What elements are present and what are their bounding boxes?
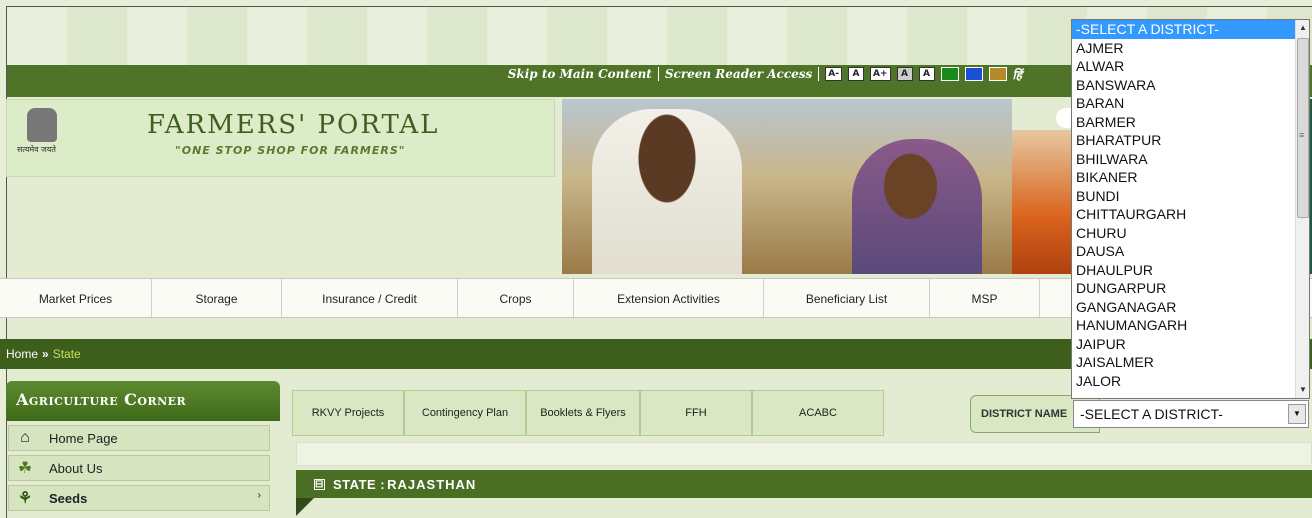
content-strip [296,442,1312,466]
district-option[interactable]: JAISALMER [1072,353,1296,372]
chevron-down-icon[interactable]: ▼ [1288,404,1306,424]
district-option[interactable]: BARAN [1072,94,1296,113]
breadcrumb-home[interactable]: Home [6,347,38,361]
leaf-icon: ☘ [17,460,33,477]
contrast-dark-button[interactable]: A [896,67,913,81]
district-option[interactable]: DAUSA [1072,242,1296,261]
district-option[interactable]: -SELECT A DISTRICT- [1072,20,1296,39]
portal-title[interactable]: FARMERS' PORTAL [147,110,439,140]
district-option[interactable]: BUNDI [1072,187,1296,206]
divider [657,67,659,81]
contrast-light-button[interactable]: A [918,67,935,81]
state-label: STATE : [333,476,386,492]
scroll-up-icon[interactable]: ▲ [1296,20,1310,36]
state-header: ⊟ STATE : RAJASTHAN [296,470,1312,498]
farmer-woman-figure [852,139,982,274]
chevron-right-icon: › [257,490,261,501]
produce-banner-image [1012,130,1072,274]
emblem-caption: सत्यमेव जयते [17,145,56,154]
skip-to-content-link[interactable]: Skip to Main Content [508,67,652,81]
district-option[interactable]: DHAULPUR [1072,261,1296,280]
farmers-banner-image [562,99,1012,274]
theme-green-swatch[interactable] [940,67,959,81]
district-option[interactable]: CHURU [1072,224,1296,243]
logo-panel: सत्यमेव जयते FARMERS' PORTAL "ONE STOP S… [6,99,555,177]
district-option[interactable]: HANUMANGARH [1072,316,1296,335]
farmer-figure [592,109,742,274]
divider [818,67,820,81]
sidebar-item-about-us[interactable]: ☘ About Us [8,455,270,481]
tab-rkvy-projects[interactable]: RKVY Projects [292,390,404,436]
scroll-thumb[interactable] [1297,38,1309,218]
sidebar-item-label: About Us [49,460,103,476]
nav-storage[interactable]: Storage [152,279,282,319]
agriculture-corner-sidebar: Agriculture Corner ⌂ Home Page ☘ About U… [6,381,280,518]
district-option[interactable]: AJMER [1072,39,1296,58]
district-option[interactable]: BHILWARA [1072,150,1296,169]
district-option[interactable]: JALOR [1072,372,1296,391]
national-emblem-icon [27,108,57,142]
corner-decoration [296,498,314,516]
district-options: -SELECT A DISTRICT- AJMER ALWAR BANSWARA BAR… [1072,20,1296,390]
district-option[interactable]: GANGANAGAR [1072,298,1296,317]
sidebar-item-label: Seeds [49,490,88,506]
district-option[interactable]: ALWAR [1072,57,1296,76]
nav-crops[interactable]: Crops [458,279,574,319]
district-option[interactable]: DUNGARPUR [1072,279,1296,298]
grip-icon: ≡ [1299,130,1305,140]
theme-brown-swatch[interactable] [988,67,1007,81]
district-option[interactable]: BHARATPUR [1072,131,1296,150]
district-option[interactable]: BIKANER [1072,168,1296,187]
font-increase-button[interactable]: A+ [870,67,891,81]
sidebar-item-seeds[interactable]: ⚘ Seeds › [8,485,270,511]
state-value: RAJASTHAN [387,476,477,492]
content-tabs: RKVY Projects Contingency Plan Booklets … [292,390,884,436]
nav-extension-activities[interactable]: Extension Activities [574,279,764,319]
district-option[interactable]: JAIPUR [1072,335,1296,354]
scroll-down-icon[interactable]: ▼ [1296,382,1310,398]
district-select-value: -SELECT A DISTRICT- [1080,406,1223,422]
tab-booklets-flyers[interactable]: Booklets & Flyers [526,390,640,436]
breadcrumb-separator: » [42,347,49,361]
district-dropdown-list[interactable]: -SELECT A DISTRICT- AJMER ALWAR BANSWARA BAR… [1071,19,1310,399]
district-option[interactable]: BANSWARA [1072,76,1296,95]
sprout-icon: ⚘ [17,490,33,507]
tab-contingency-plan[interactable]: Contingency Plan [404,390,526,436]
sidebar-item-home-page[interactable]: ⌂ Home Page [8,425,270,451]
font-decrease-button[interactable]: A- [825,67,842,81]
nav-market-prices[interactable]: Market Prices [0,279,152,319]
dropdown-scrollbar[interactable]: ▲ ≡ ▼ [1295,20,1309,398]
nav-beneficiary-list[interactable]: Beneficiary List [764,279,930,319]
sidebar-title: Agriculture Corner [6,381,280,421]
nav-msp[interactable]: MSP [930,279,1040,319]
district-option[interactable]: CHITTAURGARH [1072,205,1296,224]
nav-insurance-credit[interactable]: Insurance / Credit [282,279,458,319]
district-select[interactable]: -SELECT A DISTRICT- ▼ [1073,400,1309,428]
screen-reader-link[interactable]: Screen Reader Access [665,67,812,81]
collapse-icon[interactable]: ⊟ [314,478,325,490]
tab-ffh[interactable]: FFH [640,390,752,436]
portal-tagline: "ONE STOP SHOP FOR FARMERS" [175,144,406,157]
breadcrumb-current: State [52,347,81,361]
font-normal-button[interactable]: A [848,67,864,81]
accessibility-links: Skip to Main Content Screen Reader Acces… [508,64,1022,84]
sidebar-item-label: Home Page [49,430,118,446]
district-option[interactable]: BARMER [1072,113,1296,132]
tab-acabc[interactable]: ACABC [752,390,884,436]
hindi-language-link[interactable]: हिं [1013,66,1022,83]
theme-blue-swatch[interactable] [964,67,983,81]
home-icon: ⌂ [20,429,30,446]
